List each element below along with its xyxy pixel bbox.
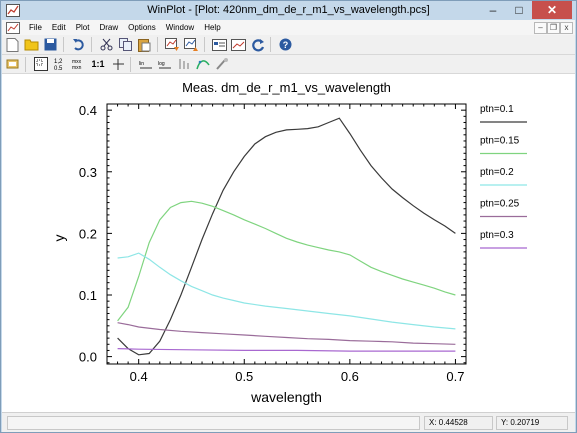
toolbar-separator (25, 56, 26, 72)
plot-toolbar: 1,2 0.5 mxx mxn 1:1 lin log (2, 55, 575, 74)
new-icon[interactable] (4, 37, 21, 53)
app-window: WinPlot - [Plot: 420nm_dm_de_r_m1_vs_wav… (0, 0, 577, 433)
menu-edit[interactable]: Edit (47, 23, 71, 32)
zoom-labels-icon[interactable]: mxx mxn (70, 56, 87, 72)
status-bar: X: 0.44528 Y: 0.20719 (2, 412, 575, 432)
x-tick-label: 0.5 (235, 369, 253, 384)
menu-bar: File Edit Plot Draw Options Window Help … (2, 20, 575, 35)
y-tick-label: 0.4 (79, 103, 97, 118)
menu-plot[interactable]: Plot (71, 23, 95, 32)
status-x-coordinate: X: 0.44528 (424, 416, 493, 430)
document-icon[interactable] (6, 21, 20, 34)
x-tick-label: 0.4 (130, 369, 148, 384)
status-y-coordinate: Y: 0.20719 (496, 416, 568, 430)
axes-icon[interactable] (109, 56, 126, 72)
y-tick-label: 0.3 (79, 165, 97, 180)
pointer-icon[interactable] (4, 56, 21, 72)
mdi-minimize-button[interactable]: – (534, 21, 547, 34)
x-tick-label: 0.6 (341, 369, 359, 384)
toolbar-separator (204, 37, 205, 52)
series-line-1[interactable] (117, 117, 456, 356)
log-icon[interactable]: log (156, 56, 173, 72)
toolbar-separator (91, 37, 92, 52)
status-message (7, 416, 420, 430)
image-icon[interactable] (230, 37, 247, 53)
ratio-icon[interactable]: 1:1 (89, 56, 107, 72)
menu-window[interactable]: Window (161, 23, 199, 32)
series-line-4[interactable] (117, 322, 456, 345)
menu-help[interactable]: Help (199, 23, 225, 32)
zoom-box-icon[interactable] (32, 56, 49, 72)
toolbar-separator (157, 37, 158, 52)
x-tick-label: 0.7 (446, 369, 464, 384)
series-line-2[interactable] (117, 200, 456, 322)
maximize-button[interactable]: □ (506, 1, 532, 19)
svg-text:0.5: 0.5 (54, 66, 63, 71)
copy-icon[interactable] (117, 37, 134, 53)
undo-icon[interactable] (70, 37, 87, 53)
toolbar-separator (270, 37, 271, 52)
bars-icon[interactable] (175, 56, 192, 72)
title-bar[interactable]: WinPlot - [Plot: 420nm_dm_de_r_m1_vs_wav… (1, 1, 576, 20)
menu-draw[interactable]: Draw (94, 23, 123, 32)
plot-client-area[interactable]: Meas. dm_de_r_m1_vs_wavelength 0.4 0.5 0.6 0… (2, 74, 575, 412)
toolbar-separator (130, 56, 131, 72)
y-axis-label: y (51, 235, 67, 242)
cut-icon[interactable] (98, 37, 115, 53)
x-axis-label: wavelength (250, 389, 322, 405)
tool-icon[interactable] (213, 56, 230, 72)
lin-icon[interactable]: lin (137, 56, 154, 72)
main-toolbar: ? (2, 35, 575, 55)
minimize-button[interactable]: – (480, 1, 506, 19)
chart-title: Meas. dm_de_r_m1_vs_wavelength (182, 80, 391, 95)
mdi-controls: – ❐ x (534, 21, 573, 34)
legend-label-1: ptn=0.1 (480, 104, 514, 115)
zoom-numbers-icon[interactable]: 1,2 0.5 (51, 56, 68, 72)
series-line-3[interactable] (117, 252, 456, 330)
ratio-label: 1:1 (91, 59, 105, 69)
legend-label-2: ptn=0.15 (480, 136, 520, 147)
plot-export-icon[interactable] (183, 37, 200, 53)
series-line-5[interactable] (117, 348, 456, 352)
mdi-close-button[interactable]: x (560, 21, 573, 34)
plot-import-icon[interactable] (164, 37, 181, 53)
window-controls: – □ ✕ (480, 1, 572, 20)
paste-icon[interactable] (136, 37, 153, 53)
svg-text:log: log (158, 61, 165, 67)
curve-icon[interactable] (194, 56, 211, 72)
svg-text:lin: lin (139, 61, 144, 67)
menu-options[interactable]: Options (123, 23, 161, 32)
legend-label-3: ptn=0.2 (480, 167, 514, 178)
legend-label-5: ptn=0.3 (480, 230, 514, 241)
plot-chart[interactable]: Meas. dm_de_r_m1_vs_wavelength 0.4 0.5 0.6 0… (2, 74, 575, 412)
open-icon[interactable] (23, 37, 40, 53)
chart-icon[interactable] (211, 37, 228, 53)
svg-text:mxn: mxn (72, 65, 82, 71)
y-tick-label: 0.0 (79, 350, 97, 365)
close-button[interactable]: ✕ (532, 1, 572, 19)
legend-label-4: ptn=0.25 (480, 199, 520, 210)
save-icon[interactable] (42, 37, 59, 53)
refresh-icon[interactable] (249, 37, 266, 53)
svg-text:1,2: 1,2 (54, 59, 63, 65)
toolbar-separator (63, 37, 64, 52)
y-tick-label: 0.1 (79, 288, 97, 303)
y-tick-label: 0.2 (79, 226, 97, 241)
menu-file[interactable]: File (24, 23, 47, 32)
svg-text:?: ? (283, 40, 289, 50)
help-icon[interactable]: ? (277, 37, 294, 53)
mdi-restore-button[interactable]: ❐ (547, 21, 560, 34)
